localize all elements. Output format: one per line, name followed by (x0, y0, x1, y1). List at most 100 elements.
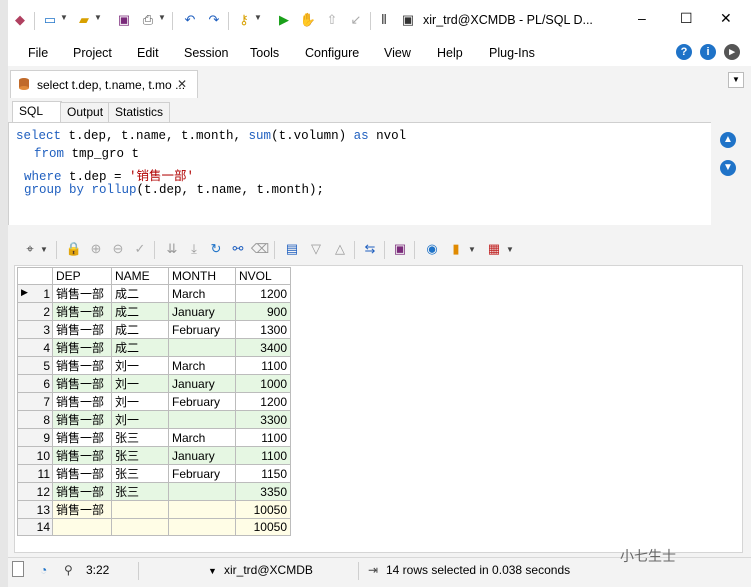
cell-dep[interactable]: 销售一部 (52, 482, 112, 501)
row-number[interactable]: 11 (17, 464, 53, 483)
open-icon[interactable]: ▰ (76, 12, 92, 28)
cell-nvol[interactable]: 1100 (235, 446, 291, 465)
chevron-down-icon[interactable]: ▼ (94, 13, 102, 22)
cell-nvol[interactable]: 3350 (235, 482, 291, 501)
select-icon[interactable]: ⌖ (22, 241, 38, 257)
cell-name[interactable]: 成二 (111, 284, 169, 303)
table-row[interactable]: ▶ 1 销售一部 成二 March 1200 (17, 284, 291, 303)
cell-month[interactable]: January (168, 374, 236, 393)
chevron-down-icon[interactable]: ▼ (728, 72, 744, 88)
chevron-down-icon[interactable]: ▼ (506, 245, 514, 254)
document-tab[interactable]: select t.dep, t.name, t.mo ... ✕ (10, 70, 198, 98)
execute-icon[interactable]: ▶ (276, 12, 292, 28)
chart-icon[interactable]: ▮ (448, 241, 464, 257)
print-icon[interactable]: ⎙ (140, 12, 156, 28)
column-header-name[interactable]: NAME (111, 267, 169, 285)
cell-month[interactable]: January (168, 446, 236, 465)
cell-dep[interactable]: 销售一部 (52, 410, 112, 429)
menu-plugins[interactable]: Plug-Ins (489, 46, 535, 60)
cell-month[interactable] (168, 518, 236, 536)
maximize-button[interactable]: ☐ (680, 10, 693, 27)
cell-month[interactable]: January (168, 302, 236, 321)
chevron-down-icon[interactable]: ▼ (208, 566, 217, 576)
chevron-down-icon[interactable]: ▼ (158, 13, 166, 22)
menu-help[interactable]: Help (437, 46, 463, 60)
table-row[interactable]: 10 销售一部 张三 January 1100 (17, 446, 291, 465)
fetch-last-icon[interactable]: ⤓ (186, 241, 202, 257)
cell-month[interactable]: March (168, 356, 236, 375)
cell-dep[interactable]: 销售一部 (52, 446, 112, 465)
table-row[interactable]: 13 销售一部 10050 (17, 500, 291, 519)
db-icon[interactable]: ◆ (12, 12, 28, 28)
cell-dep[interactable]: 销售一部 (52, 500, 112, 519)
table-row[interactable]: 6 销售一部 刘一 January 1000 (17, 374, 291, 393)
cell-month[interactable]: February (168, 392, 236, 411)
table-row[interactable]: 9 销售一部 张三 March 1100 (17, 428, 291, 447)
cell-name[interactable] (111, 500, 169, 519)
row-number[interactable]: ▶ 1 (17, 284, 53, 303)
table-row[interactable]: 11 销售一部 张三 February 1150 (17, 464, 291, 483)
cell-nvol[interactable]: 900 (235, 302, 291, 321)
save-icon[interactable]: ▣ (116, 12, 132, 28)
menu-configure[interactable]: Configure (305, 46, 359, 60)
app-menu-icon[interactable]: ▣ (400, 12, 416, 28)
cell-dep[interactable]: 销售一部 (52, 392, 112, 411)
sql-editor[interactable]: select t.dep, t.name, t.month, sum(t.vol… (8, 122, 713, 227)
lock-icon[interactable]: 🔒 (66, 241, 82, 257)
connection-name[interactable]: xir_trd@XCMDB (224, 563, 313, 577)
query-icon[interactable]: ◉ (424, 241, 440, 257)
table-row[interactable]: 4 销售一部 成二 3400 (17, 338, 291, 357)
cell-nvol[interactable]: 1200 (235, 284, 291, 303)
cell-month[interactable] (168, 338, 236, 357)
help-icon[interactable]: ? (676, 44, 692, 60)
cell-dep[interactable]: 销售一部 (52, 302, 112, 321)
cell-month[interactable]: February (168, 320, 236, 339)
commit-icon[interactable]: ⇧ (324, 12, 340, 28)
sort-up-icon[interactable]: △ (332, 241, 348, 257)
form-view-icon[interactable]: ▤ (284, 241, 300, 257)
cell-dep[interactable]: 销售一部 (52, 338, 112, 357)
row-number[interactable]: 12 (17, 482, 53, 501)
chevron-down-icon[interactable]: ▼ (40, 245, 48, 254)
close-button[interactable]: ✕ (720, 10, 732, 27)
menu-file[interactable]: File (28, 46, 48, 60)
menu-project[interactable]: Project (73, 46, 112, 60)
clear-icon[interactable]: ⌫ (251, 241, 269, 257)
table-row[interactable]: 14 10050 (17, 518, 291, 536)
cell-name[interactable]: 成二 (111, 302, 169, 321)
cell-dep[interactable] (52, 518, 112, 536)
menu-view[interactable]: View (384, 46, 411, 60)
row-number[interactable]: 7 (17, 392, 53, 411)
undo-icon[interactable]: ↶ (182, 12, 198, 28)
row-number[interactable]: 2 (17, 302, 53, 321)
menu-tools[interactable]: Tools (250, 46, 279, 60)
cell-nvol[interactable]: 1100 (235, 356, 291, 375)
cell-month[interactable]: March (168, 428, 236, 447)
cell-nvol[interactable]: 10050 (235, 500, 291, 519)
cell-dep[interactable]: 销售一部 (52, 464, 112, 483)
fetch-next-icon[interactable]: ⇊ (164, 241, 180, 257)
save-results-icon[interactable]: ▣ (392, 241, 408, 257)
break-icon[interactable]: ✋ (300, 12, 316, 28)
splitter[interactable] (8, 225, 751, 233)
row-number[interactable]: 10 (17, 446, 53, 465)
cell-nvol[interactable]: 3300 (235, 410, 291, 429)
rollback-icon[interactable]: ↙ (348, 12, 364, 28)
find-icon[interactable]: ⚯ (230, 241, 246, 257)
grid-icon[interactable]: ▦ (486, 241, 502, 257)
close-icon[interactable]: ✕ (177, 77, 187, 91)
cell-name[interactable]: 张三 (111, 464, 169, 483)
cell-name[interactable]: 张三 (111, 428, 169, 447)
sort-down-icon[interactable]: ▽ (308, 241, 324, 257)
cell-name[interactable]: 张三 (111, 482, 169, 501)
delete-record-icon[interactable]: ⊖ (110, 241, 126, 257)
cell-month[interactable]: March (168, 284, 236, 303)
cell-dep[interactable]: 销售一部 (52, 428, 112, 447)
chevron-down-icon[interactable]: ▼ (468, 245, 476, 254)
insert-record-icon[interactable]: ⊕ (88, 241, 104, 257)
post-changes-icon[interactable]: ✓ (132, 241, 148, 257)
cell-month[interactable] (168, 410, 236, 429)
cell-month[interactable] (168, 482, 236, 501)
cell-month[interactable] (168, 500, 236, 519)
row-number[interactable]: 5 (17, 356, 53, 375)
